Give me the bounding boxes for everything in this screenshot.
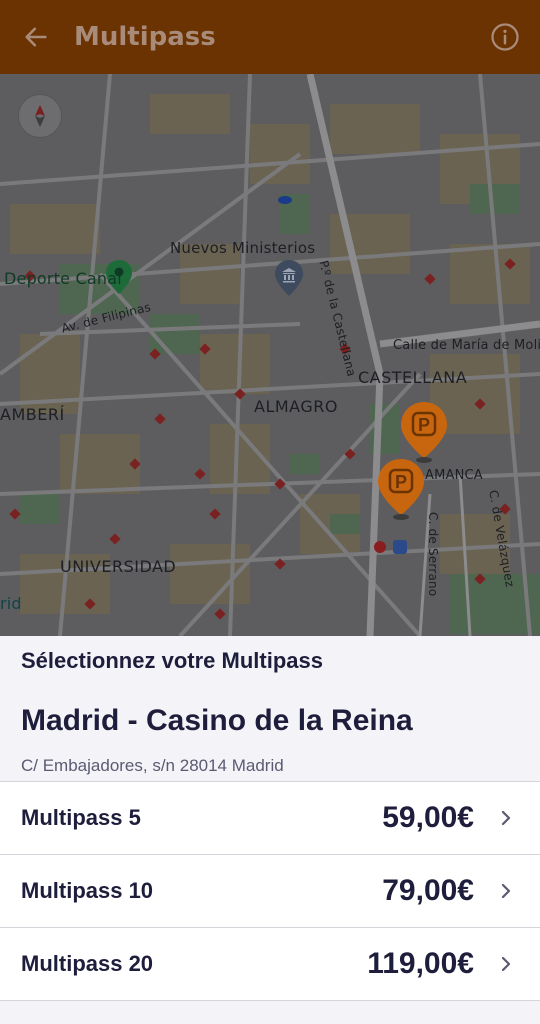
option-name: Multipass 5 [21,805,141,830]
map-view[interactable]: P P Nuevos Ministerios Deporte Canal CAS… [0,74,540,636]
place-name: Madrid - Casino de la Reina [21,704,413,737]
option-name: Multipass 10 [21,878,154,903]
back-button[interactable] [18,19,54,55]
map-label-nuevos-ministerios: Nuevos Ministerios [170,239,316,257]
page-title: Multipass [74,22,216,52]
info-circle-icon [491,23,519,51]
map-label-edge: rid [0,594,22,613]
svg-text:P: P [395,472,407,492]
map-label-maria-molina: Calle de María de Molina [393,338,540,353]
list-item[interactable]: Multipass 20 119,00€ [0,928,540,1001]
map-canvas [0,74,540,636]
map-label-almagro: ALMAGRO [254,397,338,416]
map-label-deporte-canal: Deporte Canal [4,269,122,288]
option-price: 59,00€ [382,801,474,834]
compass-button[interactable] [18,94,62,138]
multipass-options-list: Multipass 5 59,00€ Multipass 10 79,00€ M… [0,781,540,1001]
selection-title: Sélectionnez votre Multipass [21,648,323,673]
arrow-left-icon [25,27,47,47]
option-price: 119,00€ [367,947,474,980]
svg-text:P: P [418,415,430,435]
metro-icon [374,540,407,554]
info-button[interactable] [488,20,522,54]
place-address: C/ Embajadores, s/n 28014 Madrid [21,756,284,775]
map-label-chamberi: AMBERÍ [0,405,65,424]
museum-pin-icon[interactable] [275,260,303,296]
option-name: Multipass 20 [21,951,154,976]
map-label-serrano: C. de Serrano [426,512,440,597]
list-item[interactable]: Multipass 5 59,00€ [0,782,540,855]
compass-icon [35,105,45,127]
map-label-castellana: CASTELLANA [358,368,468,387]
map-label-salamanca: AMANCA [425,468,483,483]
parking-pin-icon[interactable]: P [378,459,424,521]
multipass-selection-sheet: Sélectionnez votre Multipass Madrid - Ca… [0,636,540,1024]
chevron-right-icon [501,810,511,826]
parking-pin-icon[interactable]: P [401,402,447,464]
option-price: 79,00€ [382,874,474,907]
app-bar: Multipass [0,0,540,74]
chevron-right-icon [501,883,511,899]
list-item[interactable]: Multipass 10 79,00€ [0,855,540,928]
map-label-universidad: UNIVERSIDAD [60,557,177,576]
chevron-right-icon [501,956,511,972]
